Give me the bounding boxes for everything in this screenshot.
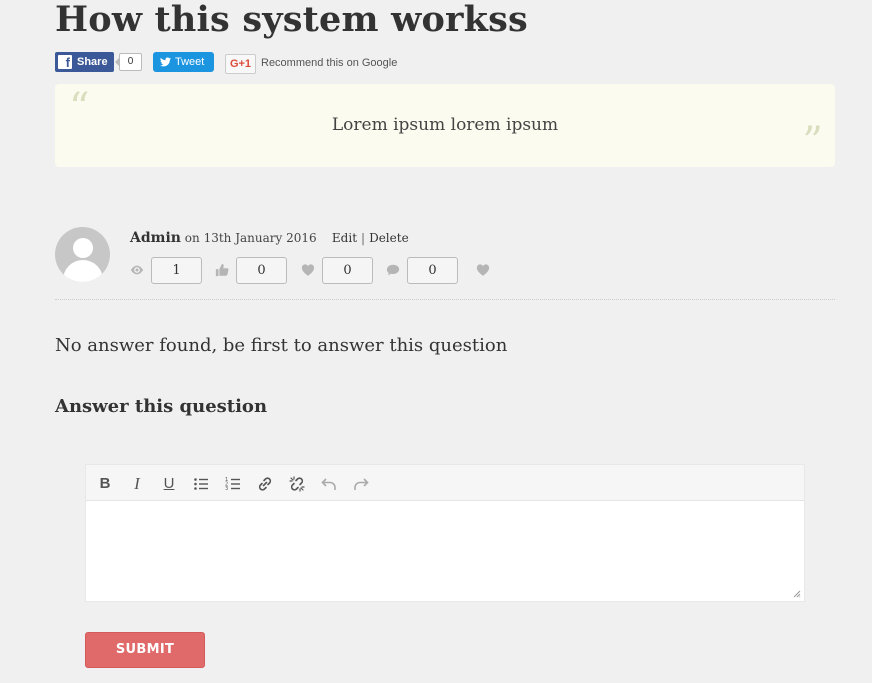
- favorites-count: 0: [322, 257, 373, 284]
- likes-count: 0: [236, 257, 287, 284]
- delete-link[interactable]: Delete: [369, 231, 409, 245]
- section-divider: [55, 299, 835, 300]
- numbered-list-button[interactable]: 123: [222, 473, 244, 495]
- heart-icon[interactable]: [301, 263, 315, 277]
- redo-icon: [354, 478, 369, 490]
- undo-icon: [321, 478, 336, 490]
- bullet-list-button[interactable]: [190, 473, 212, 495]
- facebook-share-count: 0: [115, 53, 142, 71]
- bullet-list-icon: [194, 478, 208, 490]
- numbered-list-icon: 123: [225, 477, 240, 492]
- twitter-tweet-label: Tweet: [175, 56, 205, 68]
- answer-form-heading: Answer this question: [55, 396, 268, 417]
- meta-separator: |: [361, 231, 366, 245]
- close-quote-icon: ”: [802, 119, 823, 165]
- google-plus-button[interactable]: G+1: [225, 54, 256, 74]
- question-meta: Admin on 13th January 2016 Edit | Delete: [130, 230, 409, 246]
- redo-button[interactable]: [350, 473, 372, 495]
- facebook-share-button[interactable]: f Share: [55, 52, 114, 72]
- italic-button[interactable]: I: [126, 473, 148, 495]
- facebook-share-label: Share: [77, 56, 108, 68]
- resize-handle-icon[interactable]: [793, 590, 801, 598]
- unlink-icon: [289, 476, 305, 492]
- twitter-tweet-button[interactable]: Tweet: [153, 52, 214, 72]
- avatar: [55, 227, 110, 282]
- editor-toolbar: B I U 123: [86, 465, 804, 501]
- page-title: How this system workss: [55, 0, 528, 40]
- undo-button[interactable]: [318, 473, 340, 495]
- bold-button[interactable]: B: [94, 473, 116, 495]
- twitter-icon: [160, 57, 171, 67]
- thumbs-up-icon[interactable]: [215, 263, 229, 277]
- answer-editor: B I U 123: [85, 464, 805, 602]
- google-recommend-text: Recommend this on Google: [261, 57, 398, 69]
- no-answer-message: No answer found, be first to answer this…: [55, 335, 508, 356]
- eye-icon: [130, 265, 144, 275]
- comments-count: 0: [407, 257, 458, 284]
- answer-textarea[interactable]: [86, 502, 804, 601]
- post-date: on 13th January 2016: [184, 231, 317, 245]
- link-icon: [258, 477, 272, 491]
- submit-button[interactable]: SUBMIT: [85, 632, 205, 668]
- views-count: 1: [151, 257, 202, 284]
- question-body-text: Lorem ipsum lorem ipsum: [331, 115, 559, 135]
- remove-link-button[interactable]: [286, 473, 308, 495]
- question-body-quote: “ Lorem ipsum lorem ipsum ”: [55, 84, 835, 167]
- svg-text:3: 3: [225, 486, 228, 492]
- favorite-heart-icon[interactable]: [476, 263, 490, 277]
- insert-link-button[interactable]: [254, 473, 276, 495]
- facebook-icon: f: [58, 55, 72, 70]
- author-name[interactable]: Admin: [130, 230, 181, 246]
- comment-icon[interactable]: [386, 263, 400, 277]
- underline-button[interactable]: U: [158, 473, 180, 495]
- edit-link[interactable]: Edit: [332, 231, 357, 245]
